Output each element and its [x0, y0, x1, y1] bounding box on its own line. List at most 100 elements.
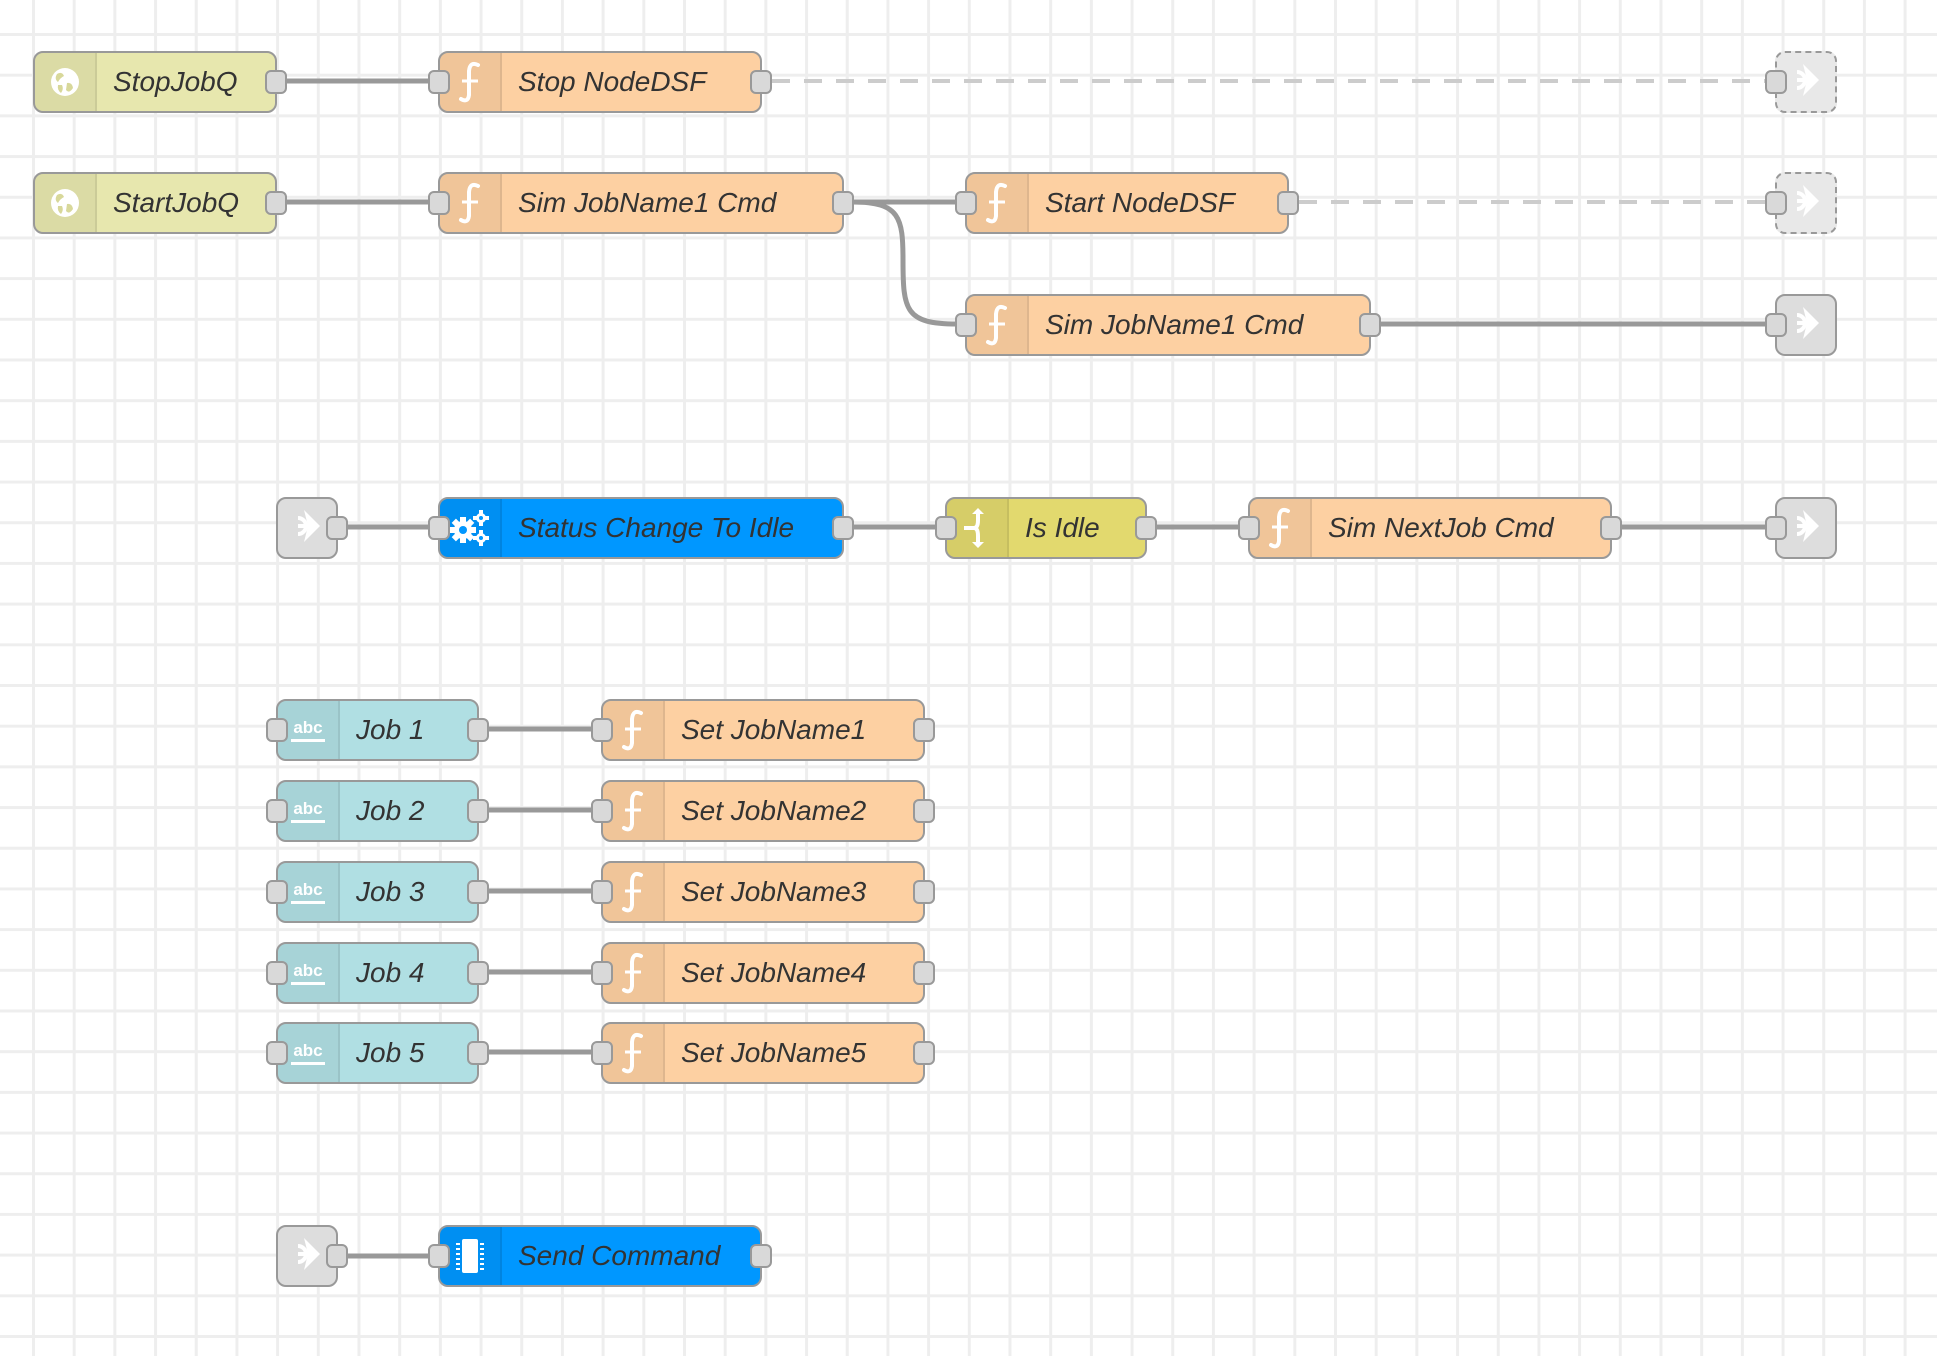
output-port[interactable] — [326, 1244, 348, 1268]
output-port[interactable] — [1277, 191, 1299, 215]
svg-text:abc: abc — [293, 961, 322, 980]
output-port[interactable] — [913, 718, 935, 742]
svg-text:abc: abc — [293, 718, 322, 737]
inject-node-job[interactable]: abc Job 5 — [266, 1022, 489, 1084]
node-label: Set JobName1 — [681, 714, 867, 745]
link-out-icon — [1789, 60, 1823, 105]
node-label: Job 2 — [356, 795, 425, 826]
svg-text:abc: abc — [293, 1041, 322, 1060]
input-port[interactable] — [266, 718, 288, 742]
node-label: Sim JobName1 Cmd — [1045, 309, 1304, 340]
output-port[interactable] — [467, 961, 489, 985]
node-label: StartJobQ — [113, 187, 240, 218]
output-port[interactable] — [467, 799, 489, 823]
input-port[interactable] — [428, 516, 450, 540]
serial-node-send-command[interactable]: Send Command — [428, 1225, 772, 1287]
input-port[interactable] — [1765, 313, 1787, 337]
inject-node-stopjobq[interactable]: StopJobQ — [33, 51, 287, 113]
inject-node-job[interactable]: abc Job 4 — [266, 942, 489, 1004]
input-port[interactable] — [591, 799, 613, 823]
function-node-start-nodedsf[interactable]: Start NodeDSF — [955, 172, 1299, 234]
output-port[interactable] — [1359, 313, 1381, 337]
output-port[interactable] — [1135, 516, 1157, 540]
input-port[interactable] — [591, 880, 613, 904]
input-port[interactable] — [935, 516, 957, 540]
link-out-node-disabled[interactable] — [1765, 51, 1837, 113]
link-out-icon — [1789, 506, 1823, 551]
input-port[interactable] — [428, 191, 450, 215]
input-port[interactable] — [1765, 191, 1787, 215]
node-label: Set JobName4 — [681, 957, 867, 988]
node-label: Sim NextJob Cmd — [1328, 512, 1554, 543]
function-node-sim-jobname1-cmd[interactable]: Sim JobName1 Cmd — [428, 172, 854, 234]
link-out-node-disabled[interactable] — [1765, 172, 1837, 234]
globe-icon — [35, 174, 97, 232]
input-port[interactable] — [266, 799, 288, 823]
link-in-node[interactable] — [276, 1225, 348, 1287]
svg-text:abc: abc — [293, 799, 322, 818]
link-out-node[interactable] — [1765, 497, 1837, 559]
wire[interactable] — [852, 199, 958, 327]
input-port[interactable] — [591, 961, 613, 985]
function-node-set-jobname[interactable]: Set JobName5 — [591, 1022, 935, 1084]
inject-node-startjobq[interactable]: StartJobQ — [33, 172, 287, 234]
node-label: Status Change To Idle — [518, 512, 795, 543]
function-node-sim-jobname1-cmd-2[interactable]: Sim JobName1 Cmd — [955, 294, 1381, 356]
output-port[interactable] — [265, 191, 287, 215]
node-label: Job 5 — [356, 1037, 425, 1068]
output-port[interactable] — [913, 799, 935, 823]
inject-node-job[interactable]: abc Job 2 — [266, 780, 489, 842]
function-node-set-jobname[interactable]: Set JobName1 — [591, 699, 935, 761]
output-port[interactable] — [326, 516, 348, 540]
function-node-stop-nodedsf[interactable]: Stop NodeDSF — [428, 51, 772, 113]
output-port[interactable] — [750, 1244, 772, 1268]
function-node-set-jobname[interactable]: Set JobName2 — [591, 780, 935, 842]
output-port[interactable] — [467, 1041, 489, 1065]
input-port[interactable] — [1238, 516, 1260, 540]
output-port[interactable] — [1600, 516, 1622, 540]
switch-node-is-idle[interactable]: Is Idle — [935, 497, 1157, 559]
node-label: Send Command — [518, 1240, 721, 1271]
input-port[interactable] — [266, 880, 288, 904]
link-in-node[interactable] — [276, 497, 348, 559]
input-port[interactable] — [266, 961, 288, 985]
input-port[interactable] — [591, 718, 613, 742]
inject-node-job[interactable]: abc Job 3 — [266, 861, 489, 923]
link-in-icon — [290, 1234, 324, 1279]
link-in-icon — [290, 506, 324, 551]
node-label: Job 1 — [356, 714, 425, 745]
node-label: Set JobName3 — [681, 876, 867, 907]
output-port[interactable] — [913, 1041, 935, 1065]
output-port[interactable] — [832, 516, 854, 540]
input-port[interactable] — [428, 70, 450, 94]
input-port[interactable] — [955, 191, 977, 215]
output-port[interactable] — [913, 880, 935, 904]
function-node-set-jobname[interactable]: Set JobName4 — [591, 942, 935, 1004]
link-out-node[interactable] — [1765, 294, 1837, 356]
function-node-set-jobname[interactable]: Set JobName3 — [591, 861, 935, 923]
input-port[interactable] — [591, 1041, 613, 1065]
output-port[interactable] — [750, 70, 772, 94]
output-port[interactable] — [832, 191, 854, 215]
node-label: Set JobName5 — [681, 1037, 867, 1068]
link-out-icon — [1789, 181, 1823, 226]
input-port[interactable] — [1765, 70, 1787, 94]
input-port[interactable] — [428, 1244, 450, 1268]
output-port[interactable] — [913, 961, 935, 985]
globe-icon — [35, 53, 97, 111]
input-port[interactable] — [1765, 516, 1787, 540]
node-label: Job 3 — [356, 876, 425, 907]
input-port[interactable] — [266, 1041, 288, 1065]
status-node-status-change-to-idle[interactable]: Status Change To Idle — [428, 497, 854, 559]
link-out-icon — [1789, 303, 1823, 348]
svg-text:abc: abc — [293, 880, 322, 899]
node-label: Set JobName2 — [681, 795, 867, 826]
node-label: Job 4 — [356, 957, 425, 988]
input-port[interactable] — [955, 313, 977, 337]
output-port[interactable] — [265, 70, 287, 94]
function-node-sim-nextjob-cmd[interactable]: Sim NextJob Cmd — [1238, 497, 1622, 559]
inject-node-job[interactable]: abc Job 1 — [266, 699, 489, 761]
node-label: Start NodeDSF — [1045, 187, 1235, 218]
output-port[interactable] — [467, 718, 489, 742]
output-port[interactable] — [467, 880, 489, 904]
